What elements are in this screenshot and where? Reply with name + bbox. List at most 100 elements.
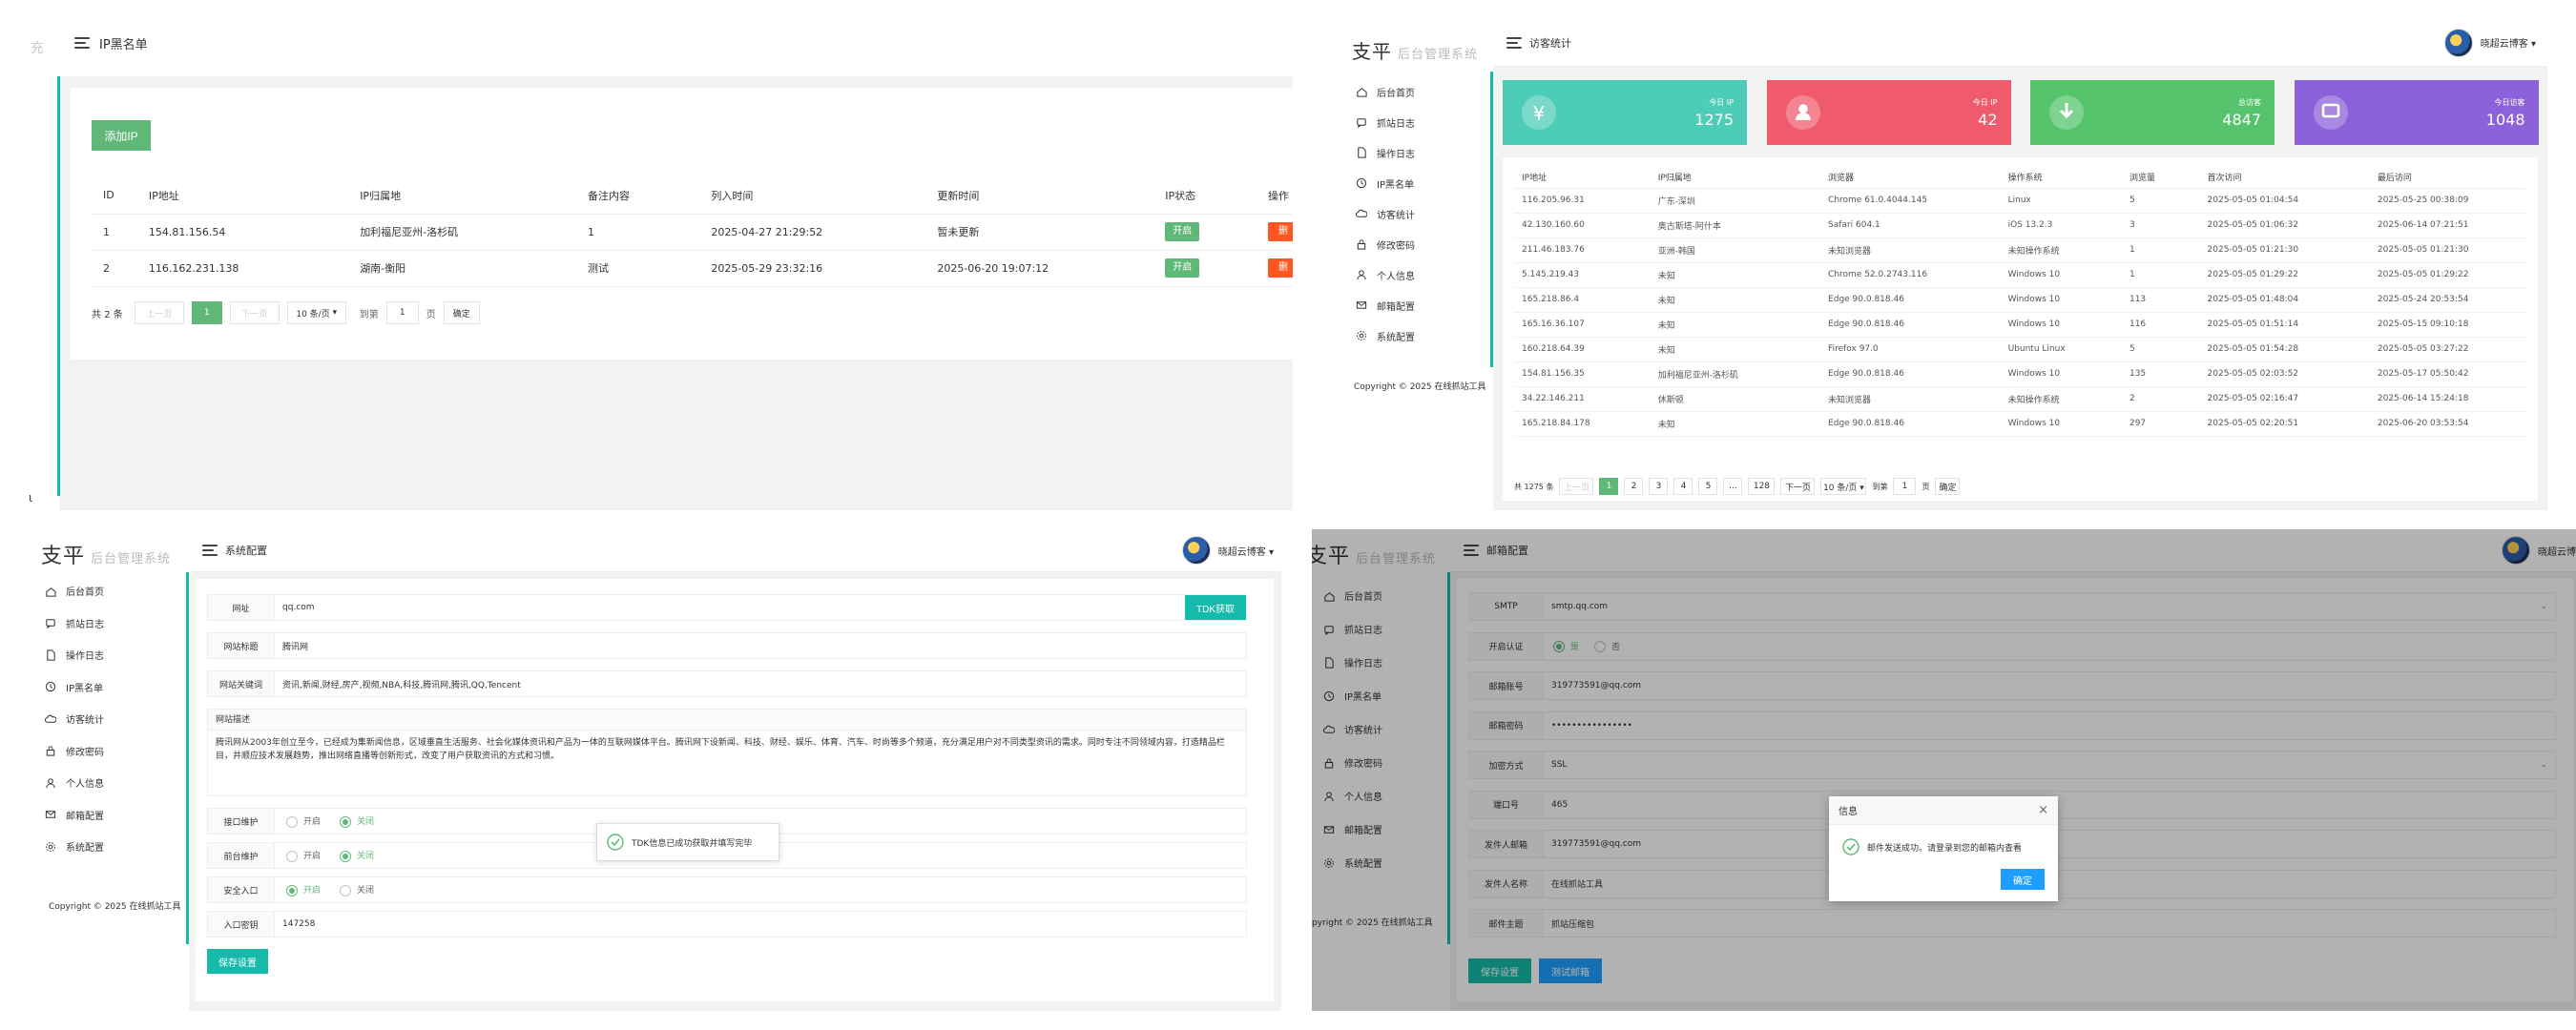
- stat-value: 1275: [1694, 111, 1734, 129]
- pager-page-128[interactable]: 128: [1748, 478, 1776, 495]
- table-row: 2 116.162.231.138 湖南-衡阳 测试 2025-05-29 23…: [92, 250, 1293, 286]
- stat-card-1: ¥ 今日 IP 1275: [1503, 80, 1747, 145]
- download-icon: [2049, 95, 2084, 130]
- panel-email-config: 支平 后台管理系统 后台首页 抓站日志 操作日志 IP黑名单 访客统计 修改密码 个人信息 邮箱…: [1312, 529, 2576, 1011]
- stat-card-4: 今日访客 1048: [2294, 80, 2539, 145]
- pager-page-5[interactable]: 5: [1698, 478, 1718, 495]
- col-id: ID: [103, 189, 114, 202]
- status-toggle[interactable]: 开启: [1165, 222, 1200, 241]
- save-settings-button[interactable]: 保存设置: [207, 949, 268, 974]
- clock-icon: [1356, 177, 1367, 189]
- sidebar-stub: 充: [31, 41, 44, 56]
- file-icon: [1358, 147, 1366, 158]
- status-toggle[interactable]: 开启: [1165, 258, 1200, 278]
- pager-size-select[interactable]: 10 条/页 ▾: [286, 301, 346, 324]
- sidebar-item-8[interactable]: 邮箱配置: [45, 799, 183, 832]
- chat-icon: [2313, 95, 2348, 130]
- sidebar-item-6[interactable]: 修改密码: [1356, 229, 1489, 259]
- pager-page-1[interactable]: 1: [191, 301, 222, 324]
- title-input[interactable]: 腾讯网: [275, 640, 308, 652]
- radio-secure-off[interactable]: 关闭: [340, 883, 374, 896]
- avatar[interactable]: [2443, 28, 2473, 57]
- menu-toggle-icon[interactable]: [202, 545, 218, 556]
- delete-button[interactable]: 删: [1268, 222, 1293, 241]
- sidebar-item-3[interactable]: 操作日志: [1356, 137, 1489, 168]
- pager-confirm[interactable]: 确定: [1935, 478, 1961, 495]
- pager-page-3[interactable]: 3: [1649, 478, 1669, 495]
- sidebar-edge: [57, 76, 60, 496]
- pager-page-...[interactable]: ...: [1723, 478, 1743, 495]
- home-icon: [1357, 88, 1367, 97]
- dialog-close-icon[interactable]: ×: [2038, 803, 2048, 817]
- stats-card: IP地址 IP归属地 浏览器 操作系统 浏览量 首次访问 最后访问 116.205.96.31…: [1503, 157, 2538, 501]
- gear-icon: [46, 841, 55, 852]
- content-card: 添加IP ID IP地址 IP归属地 备注内容 列入时间 更新时间 IP状态 操…: [71, 88, 1293, 360]
- pager-total: 共 2 条: [92, 309, 123, 320]
- user-menu[interactable]: 晓超云博客 ▾: [2481, 35, 2536, 50]
- col-note: 备注内容: [587, 189, 630, 202]
- message-icon: [46, 619, 55, 629]
- pager-prev[interactable]: 上一页: [134, 301, 184, 324]
- url-input[interactable]: qq.com: [275, 603, 1185, 612]
- radio-frontend-on[interactable]: 开启: [286, 849, 321, 862]
- pager-page-2[interactable]: 2: [1624, 478, 1644, 495]
- tdk-fetch-button[interactable]: TDK获取: [1185, 595, 1246, 620]
- sidebar-item-9[interactable]: 系统配置: [1356, 320, 1489, 351]
- pager-confirm[interactable]: 确定: [443, 301, 480, 324]
- sidebar-item-7[interactable]: 个人信息: [45, 767, 183, 799]
- page-title: 访客统计: [1529, 36, 1571, 50]
- description-textarea[interactable]: 腾讯网从2003年创立至今，已经成为集新闻信息，区域垂直生活服务、社会化媒体资讯…: [208, 731, 1246, 769]
- menu-toggle-icon[interactable]: [74, 37, 90, 49]
- table-row: 211.46.183.76 亚洲-韩国 未知浏览器 未知操作系统 1 2025-05-05…: [1514, 237, 2525, 262]
- col-status: IP状态: [1165, 189, 1196, 202]
- add-ip-button[interactable]: 添加IP: [92, 120, 151, 151]
- success-icon: [1842, 838, 1859, 855]
- sidebar-item-5[interactable]: 访客统计: [1356, 198, 1489, 229]
- table-row: 116.205.96.31 广东-深圳 Chrome 61.0.4044.145 Li…: [1514, 188, 2525, 213]
- page-title: 系统配置: [225, 545, 267, 557]
- url-field: 网址 qq.com TDK获取: [207, 594, 1247, 621]
- sidebar-item-7[interactable]: 个人信息: [1356, 259, 1489, 290]
- col-1: IP归属地: [1657, 174, 1692, 184]
- pager-size-select[interactable]: 10 条/页 ▾: [1820, 478, 1867, 495]
- stat-value: 1048: [2485, 111, 2525, 129]
- sidebar-item-2[interactable]: 抓站日志: [45, 608, 183, 640]
- table-row: 160.218.64.39 未知 Firefox 97.0 Ubuntu Linux 5…: [1514, 337, 2525, 361]
- dialog-ok-button[interactable]: 确定: [2001, 869, 2045, 890]
- user-menu[interactable]: 晓超云博客 ▾: [1218, 544, 1274, 558]
- menu-toggle-icon[interactable]: [1506, 36, 1522, 49]
- sidebar-item-9[interactable]: 系统配置: [45, 831, 183, 863]
- avatar[interactable]: [1181, 536, 1211, 565]
- copyright: Copyright © 2025 在线抓站工具: [49, 902, 181, 912]
- radio-secure-on[interactable]: 开启: [286, 883, 321, 896]
- keywords-input[interactable]: 资讯,新闻,财经,房产,视频,NBA,科技,腾讯网,腾讯,QQ,Tencent: [275, 678, 521, 690]
- sidebar-item-4[interactable]: IP黑名单: [45, 671, 183, 704]
- pager-page-4[interactable]: 4: [1673, 478, 1693, 495]
- sidebar-item-2[interactable]: 抓站日志: [1356, 107, 1489, 137]
- pager-next[interactable]: 下一页: [229, 301, 280, 324]
- sidebar-item-8[interactable]: 邮箱配置: [1356, 290, 1489, 320]
- pager-goto-input[interactable]: 1: [1893, 478, 1917, 495]
- sidebar-item-1[interactable]: 后台首页: [45, 575, 183, 608]
- success-icon: [607, 834, 624, 851]
- sidebar-item-4[interactable]: IP黑名单: [1356, 168, 1489, 198]
- radio-api-off[interactable]: 关闭: [340, 814, 374, 828]
- pager-unit: 页: [1922, 482, 1930, 491]
- radio-api-on[interactable]: 开启: [286, 814, 321, 828]
- sidebar-item-1[interactable]: 后台首页: [1356, 76, 1489, 107]
- modal-overlay[interactable]: [1312, 529, 2576, 1011]
- pager-next[interactable]: 下一页: [1780, 478, 1816, 495]
- sidebar-item-5[interactable]: 访客统计: [45, 703, 183, 735]
- pager-goto-input[interactable]: 1: [385, 301, 419, 324]
- sidebar-item-3[interactable]: 操作日志: [45, 639, 183, 671]
- entry-key-input[interactable]: 147258: [275, 919, 315, 929]
- stat-label: 今日 IP: [1709, 98, 1734, 107]
- pager-page-1[interactable]: 1: [1599, 478, 1619, 495]
- delete-button[interactable]: 删: [1268, 258, 1293, 278]
- config-form: 网址 qq.com TDK获取 网站标题 腾讯网 网站关键词 资讯,新闻,财经,…: [196, 579, 1274, 1001]
- pager-prev[interactable]: 上一页: [1559, 478, 1594, 495]
- sidebar-item-6[interactable]: 修改密码: [45, 735, 183, 768]
- panel-system-config: 支平 后台管理系统 后台首页 抓站日志 操作日志 IP黑名单 访客统计 修改密码 个人信息 邮箱…: [31, 529, 1281, 1011]
- table-row: 1 154.81.156.54 加利福尼亚州-洛杉矶 1 2025-04-27 …: [92, 214, 1293, 250]
- radio-frontend-off[interactable]: 关闭: [340, 849, 374, 862]
